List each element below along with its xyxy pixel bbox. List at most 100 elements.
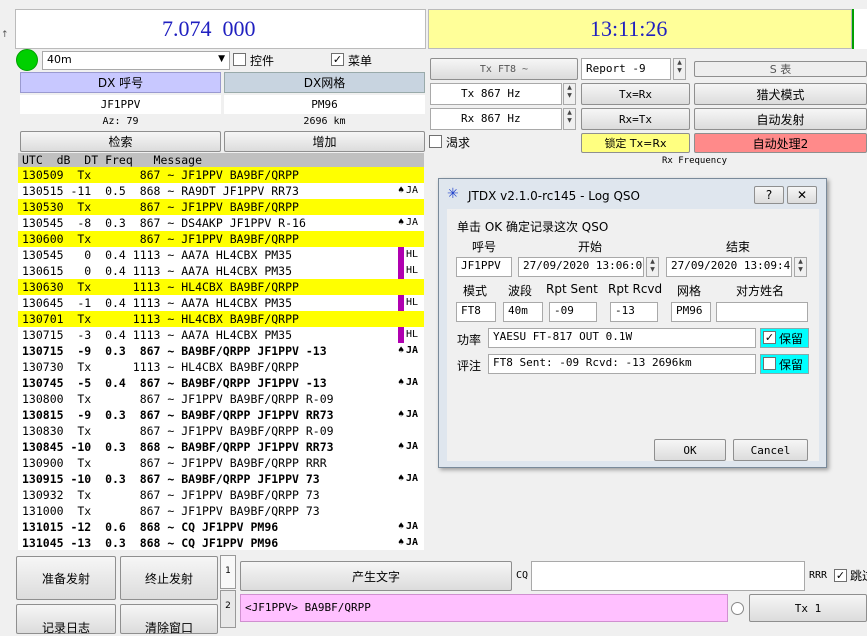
add-button[interactable]: 增加 [224,131,425,152]
decode-row[interactable]: 130715 -3 0.4 1113 ~ AA7A HL4CBX PM35 HL [18,327,424,343]
retain-comment-label: 保留 [779,358,804,372]
decode-row[interactable]: 130615 0 0.4 1113 ~ AA7A HL4CBX PM35 HL [18,263,424,279]
end-time-field[interactable]: 27/09/2020 13:09:46 [666,257,792,277]
decode-row[interactable]: 130530 Tx 867 ~ JF1PPV BA9BF/QRPP [18,199,424,215]
decode-row[interactable]: 130915 -10 0.3 867 ~ BA9BF/QRPP JF1PPV 7… [18,471,424,487]
log-scrollbar[interactable] [424,167,430,550]
grid-field[interactable]: PM96 [671,302,711,322]
decode-row-text: 130545 -8 0.3 867 ~ DS4AKP JF1PPV R-16 [22,216,306,230]
decode-row[interactable]: 131015 -12 0.6 868 ~ CQ JF1PPV PM96 ♠ JA [18,519,424,535]
decode-row[interactable]: 131000 Tx 867 ~ JF1PPV BA9BF/QRPP 73 [18,503,424,519]
dx-call-field[interactable]: JF1PPV [20,95,221,114]
menu-checkbox[interactable]: ✓ [331,53,344,66]
decode-row[interactable]: 130515 -11 0.5 868 ~ RA9DT JF1PPV RR73 ♠ J… [18,183,424,199]
ok-button[interactable]: OK [654,439,726,461]
band-field[interactable]: 40m [503,302,543,322]
hunt-label: 渴求 [446,136,471,150]
rpt-rcvd-field[interactable]: -13 [610,302,658,322]
tx-eq-rx-button[interactable]: Tx=Rx [581,83,690,105]
decode-list[interactable]: 130509 Tx 867 ~ JF1PPV BA9BF/QRPP 130515 … [18,167,424,550]
retain-power-checkbox[interactable]: ✓ [763,331,776,344]
monitor-checkbox[interactable] [233,53,246,66]
generate-messages-button[interactable]: 产生文字 [240,561,512,591]
tx-freq-spin-arrows[interactable]: ▲ ▼ [563,83,576,105]
decode-row[interactable]: 130745 -5 0.4 867 ~ BA9BF/QRPP JF1PPV -1… [18,375,424,391]
distance-label: 2696 km [303,116,346,127]
country-marker: ♠ JA [398,535,424,550]
help-button[interactable]: ? [754,186,784,204]
decode-row[interactable]: 130509 Tx 867 ~ JF1PPV BA9BF/QRPP [18,167,424,183]
lookup-button[interactable]: 检索 [20,131,221,152]
rx-frequency-spinbox[interactable]: Rx 867 Hz [430,108,562,130]
decode-row-text: 130600 Tx 867 ~ JF1PPV BA9BF/QRPP [22,232,299,246]
halt-tx-button[interactable]: 终止发射 [120,556,218,600]
decode-row[interactable]: 130600 Tx 867 ~ JF1PPV BA9BF/QRPP [18,231,424,247]
decode-row[interactable]: 130701 Tx 1113 ~ HL4CBX BA9BF/QRPP [18,311,424,327]
country-marker-label: JA [406,409,419,420]
monitor-led-icon[interactable] [16,49,38,71]
country-marker: ♠ JA [398,407,424,423]
country-marker: HL [398,295,424,311]
country-marker-label: JA [406,345,419,356]
report-spin-arrows[interactable]: ▲ ▼ [673,58,686,80]
country-marker: HL [398,327,424,343]
cq-label: CQ [516,570,529,581]
end-time-spin[interactable]: ▲ ▼ [794,257,807,277]
decode-row[interactable]: 130800 Tx 867 ~ JF1PPV BA9BF/QRPP R-09 [18,391,424,407]
hunt-checkbox[interactable] [429,135,442,148]
decode-row[interactable]: 130715 -9 0.3 867 ~ BA9BF/QRPP JF1PPV -1… [18,343,424,359]
retain-comment-checkbox[interactable] [763,357,776,370]
hound-mode-button[interactable]: 猎犬模式 [694,83,867,105]
tx-mode-button[interactable]: Tx FT8 ~ [430,58,578,80]
cancel-button[interactable]: Cancel [733,439,808,461]
comment-field[interactable]: FT8 Sent: -09 Rcvd: -13 2696km [488,354,756,374]
decode-row[interactable]: 130932 Tx 867 ~ JF1PPV BA9BF/QRPP 73 [18,487,424,503]
decode-row[interactable]: 130545 -8 0.3 867 ~ DS4AKP JF1PPV R-16 ♠ J… [18,215,424,231]
decode-row[interactable]: 130815 -9 0.3 867 ~ BA9BF/QRPP JF1PPV RR… [18,407,424,423]
tx1-message-field[interactable]: <JF1PPV> BA9BF/QRPP [240,594,728,622]
country-marker: ♠ JA [398,343,424,359]
clock-display: 13:11:26 [590,16,668,41]
country-marker: ♠ JA [398,471,424,487]
spade-icon: ♠ [398,521,405,532]
log-header: UTC dB DT Freq Message [18,153,424,168]
country-marker-label: JA [406,441,419,452]
lock-tx-rx-button[interactable]: 锁定 Tx=Rx [581,133,690,153]
skip-label: 跳过 [850,569,867,583]
close-button[interactable]: ✕ [787,186,817,204]
decode-row[interactable]: 130730 Tx 1113 ~ HL4CBX BA9BF/QRPP [18,359,424,375]
rrr-label: RRR [809,570,828,581]
tab-1[interactable]: 1 [220,555,236,589]
auto-process-button[interactable]: 自动处理2 [694,133,867,153]
enable-tx-button[interactable]: 准备发射 [16,556,116,600]
band-select[interactable]: 40m ▼ [42,51,230,70]
rpt-sent-field[interactable]: -09 [549,302,597,322]
name-field[interactable] [716,302,808,322]
power-field[interactable]: YAESU FT-817 OUT 0.1W [488,328,756,348]
erase-button[interactable]: 清除窗口 [120,604,218,635]
tx-frequency-spinbox[interactable]: Tx 867 Hz [430,83,562,105]
rx-freq-spin-arrows[interactable]: ▲ ▼ [563,108,576,130]
tab-2[interactable]: 2 [220,590,236,628]
skip-checkbox[interactable]: ✓ [834,569,847,582]
decode-row[interactable]: 131045 -13 0.3 868 ~ CQ JF1PPV PM96 ♠ JA [18,535,424,550]
call-field[interactable]: JF1PPV [456,257,512,277]
decode-row[interactable]: 130830 Tx 867 ~ JF1PPV BA9BF/QRPP R-09 [18,423,424,439]
start-time-field[interactable]: 27/09/2020 13:06:00 [518,257,644,277]
report-spinbox[interactable]: Report -9 [581,58,671,80]
auto-tx-button[interactable]: 自动发射 [694,108,867,130]
decode-row[interactable]: 130545 0 0.4 1113 ~ AA7A HL4CBX PM35 HL [18,247,424,263]
start-time-spin[interactable]: ▲ ▼ [646,257,659,277]
decode-row[interactable]: 130900 Tx 867 ~ JF1PPV BA9BF/QRPP RRR [18,455,424,471]
dx-grid-field[interactable]: PM96 [224,95,425,114]
cq-field[interactable] [531,561,805,591]
decode-row[interactable]: 130645 -1 0.4 1113 ~ AA7A HL4CBX PM35 HL [18,295,424,311]
tx1-radio[interactable] [731,602,744,615]
dialog-instruction: 单击 OK 确定记录这次 QSO [457,220,609,234]
decode-row[interactable]: 130630 Tx 1113 ~ HL4CBX BA9BF/QRPP [18,279,424,295]
tx1-button[interactable]: Tx 1 [749,594,867,622]
rx-eq-tx-button[interactable]: Rx=Tx [581,108,690,130]
mode-field[interactable]: FT8 [456,302,496,322]
log-qso-button[interactable]: 记录日志 [16,604,116,635]
decode-row[interactable]: 130845 -10 0.3 868 ~ BA9BF/QRPP JF1PPV R… [18,439,424,455]
